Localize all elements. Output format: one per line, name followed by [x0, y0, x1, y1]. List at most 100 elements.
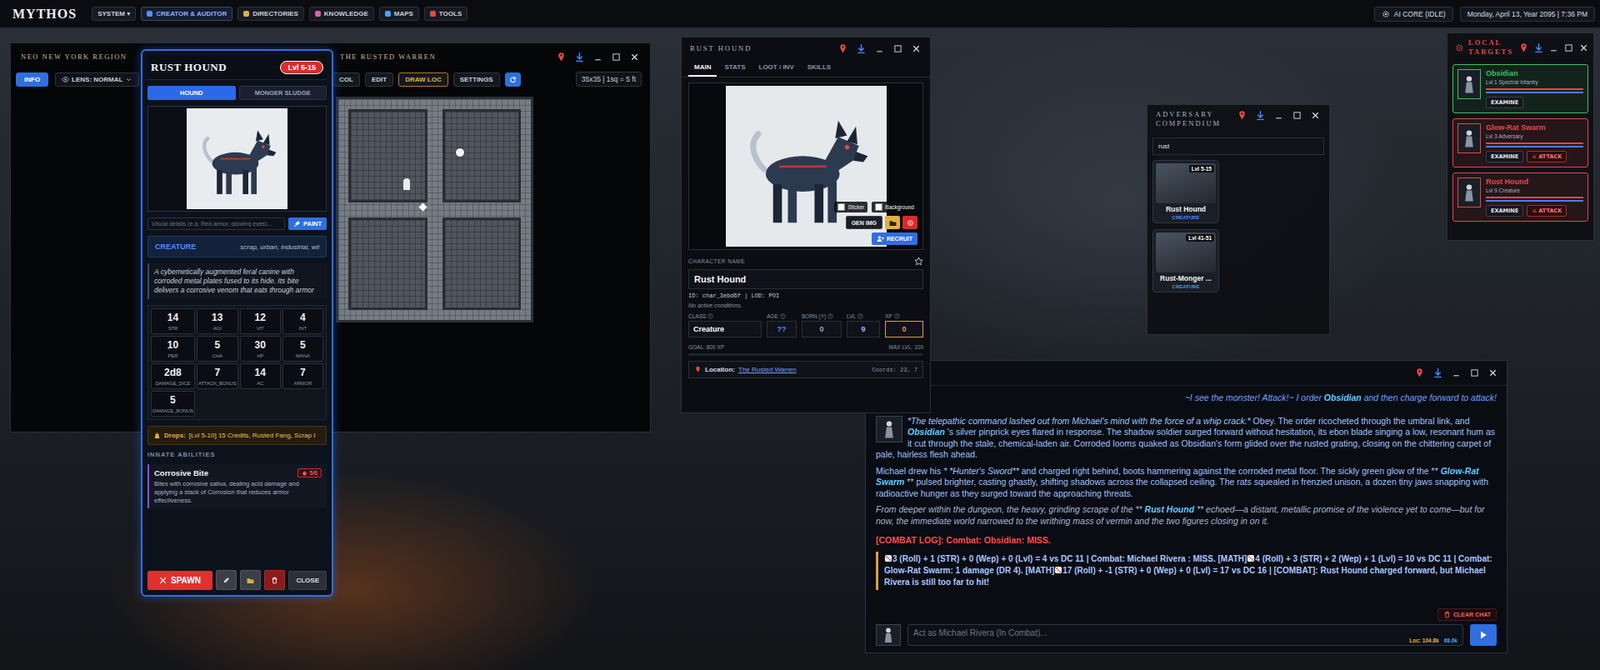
- close-icon[interactable]: [1578, 42, 1590, 54]
- toolbar-button[interactable]: LENS: NORMAL: [55, 72, 140, 87]
- toolbar-button[interactable]: DRAW LOC: [398, 72, 449, 87]
- logo[interactable]: MYTHOS: [12, 6, 77, 22]
- toolbar-button[interactable]: SETTINGS: [453, 72, 500, 87]
- folder-button[interactable]: [240, 570, 261, 590]
- target-card[interactable]: ObsidianLvl 1 Spectral InfantryEXAMINE: [1452, 64, 1589, 114]
- generate-image-button[interactable]: GEN IMG: [845, 215, 883, 230]
- minimize-icon[interactable]: [592, 51, 604, 63]
- refresh-button[interactable]: [505, 72, 521, 87]
- help-icon[interactable]: [827, 313, 834, 320]
- help-icon[interactable]: [894, 313, 900, 320]
- stat-cell[interactable]: 2d8DAMAGE_DICE: [150, 363, 195, 390]
- menu-button[interactable]: KNOWLEDGE: [309, 6, 375, 21]
- menu-button[interactable]: MAPS: [379, 6, 420, 21]
- stat-cell[interactable]: 4INT: [282, 308, 324, 335]
- player-avatar[interactable]: [875, 624, 901, 646]
- target-action-button[interactable]: EXAMINE: [1485, 96, 1524, 109]
- toggle-checkbox[interactable]: Background: [871, 201, 918, 213]
- delete-image-button[interactable]: [902, 215, 918, 230]
- toolbar-button[interactable]: COL: [332, 72, 360, 87]
- target-card[interactable]: Glow-Rat SwarmLvl 3 AdversaryEXAMINE⚔ AT…: [1452, 118, 1589, 168]
- pin-icon[interactable]: [1414, 367, 1425, 379]
- title-bar[interactable]: LOCAL TARGETS: [1447, 33, 1594, 63]
- stat-cell[interactable]: 7ARMOR: [282, 363, 324, 390]
- edit-button[interactable]: [215, 570, 237, 590]
- stat-cell[interactable]: 30HP: [240, 335, 281, 362]
- field-value[interactable]: 0: [885, 320, 924, 338]
- minimize-icon[interactable]: [1548, 42, 1560, 54]
- stat-cell[interactable]: 5DAMAGE_BONUS: [150, 390, 195, 417]
- maximize-icon[interactable]: [892, 43, 904, 55]
- toolbar-button[interactable]: EDIT: [365, 72, 394, 87]
- send-button[interactable]: [1470, 624, 1497, 646]
- anchor-icon[interactable]: [1533, 42, 1545, 54]
- anchor-icon[interactable]: [1432, 367, 1444, 379]
- pin-icon[interactable]: [1236, 110, 1248, 121]
- close-icon[interactable]: [629, 51, 640, 63]
- close-icon[interactable]: [1310, 110, 1321, 121]
- clear-chat-button[interactable]: CLEAR CHAT: [1437, 608, 1497, 621]
- help-icon[interactable]: [707, 313, 714, 320]
- menu-button[interactable]: SYSTEM ▾: [91, 6, 136, 21]
- target-action-button[interactable]: ⚔ ATTACK: [1526, 205, 1567, 217]
- stat-cell[interactable]: 13AGI: [196, 308, 239, 335]
- character-name-field[interactable]: Rust Hound: [688, 269, 924, 290]
- maximize-icon[interactable]: [1563, 42, 1575, 54]
- adversary-card[interactable]: Lvl 41-51Rust-Monger ...CREATURE: [1152, 229, 1220, 293]
- anchor-icon[interactable]: [574, 51, 585, 63]
- title-bar[interactable]: RUST HOUND: [681, 37, 930, 60]
- recruit-button[interactable]: RECRUIT: [871, 232, 918, 245]
- character-tab[interactable]: STATS: [718, 59, 751, 77]
- target-action-button[interactable]: ⚔ ATTACK: [1526, 150, 1567, 163]
- location-link[interactable]: The Rusted Warren: [738, 365, 797, 374]
- toolbar-button[interactable]: INFO: [15, 72, 49, 87]
- delete-button[interactable]: [264, 570, 285, 590]
- chat-input[interactable]: [913, 628, 1458, 638]
- field-value[interactable]: Creature: [688, 320, 762, 338]
- pin-icon[interactable]: [555, 51, 567, 63]
- menu-button[interactable]: TOOLS: [424, 6, 468, 21]
- stat-cell[interactable]: 10PER: [150, 335, 195, 362]
- anchor-icon[interactable]: [855, 43, 867, 55]
- field-value[interactable]: ??: [766, 320, 797, 338]
- maximize-icon[interactable]: [610, 51, 622, 63]
- close-button[interactable]: CLOSE: [288, 570, 327, 590]
- stat-cell[interactable]: 5CHA: [196, 335, 239, 362]
- target-card[interactable]: Rust HoundLvl 9 CreatureEXAMINE⚔ ATTACK: [1452, 172, 1589, 222]
- minimize-icon[interactable]: [874, 43, 885, 55]
- character-tab[interactable]: MAIN: [688, 59, 717, 77]
- character-tab[interactable]: SKILLS: [801, 59, 837, 77]
- creature-card[interactable]: RUST HOUNDLvl 5-15HOUNDMONGER SLUDGEPAIN…: [140, 49, 334, 597]
- waypoint-icon[interactable]: [419, 203, 428, 212]
- title-bar[interactable]: [865, 360, 1507, 386]
- minimize-icon[interactable]: [1273, 110, 1285, 121]
- title-bar[interactable]: ADVERSARY COMPENDIUM: [1147, 105, 1330, 135]
- character-window[interactable]: RUST HOUNDMAINSTATSLOOT / INVSKILLSStick…: [680, 36, 931, 414]
- adversary-card[interactable]: Lvl 5-15Rust HoundCREATURE: [1152, 160, 1220, 224]
- menu-button[interactable]: CREATOR & AUDITOR: [140, 6, 233, 21]
- stat-cell[interactable]: 14STR: [150, 308, 195, 335]
- close-icon[interactable]: [910, 43, 922, 55]
- ai-status[interactable]: AI CORE (IDLE): [1374, 6, 1454, 22]
- help-icon[interactable]: [780, 313, 786, 320]
- compendium-window[interactable]: ADVERSARY COMPENDIUM Lvl 5-15Rust HoundCR…: [1146, 104, 1330, 335]
- field-value[interactable]: 9: [846, 320, 880, 338]
- target-action-button[interactable]: EXAMINE: [1485, 205, 1524, 217]
- help-icon[interactable]: [857, 313, 864, 320]
- anchor-icon[interactable]: [1255, 110, 1266, 121]
- close-icon[interactable]: [1487, 367, 1499, 379]
- stat-cell[interactable]: 7ATTACK_BONUS: [196, 363, 239, 390]
- field-value[interactable]: 0: [801, 320, 842, 338]
- targets-window[interactable]: LOCAL TARGETSObsidianLvl 1 Spectral Infa…: [1446, 32, 1595, 241]
- maximize-icon[interactable]: [1291, 110, 1303, 121]
- pin-icon[interactable]: [837, 43, 849, 55]
- paint-button[interactable]: PAINT: [288, 217, 327, 230]
- variant-tab[interactable]: HOUND: [147, 85, 236, 100]
- menu-button[interactable]: DIRECTORIES: [237, 6, 305, 21]
- visual-details-input[interactable]: [147, 217, 285, 230]
- star-icon[interactable]: [914, 256, 924, 266]
- target-action-button[interactable]: EXAMINE: [1485, 150, 1524, 163]
- stat-cell[interactable]: 5MANA: [282, 335, 324, 362]
- folder-button[interactable]: [885, 215, 900, 230]
- pin-icon[interactable]: [1518, 42, 1530, 54]
